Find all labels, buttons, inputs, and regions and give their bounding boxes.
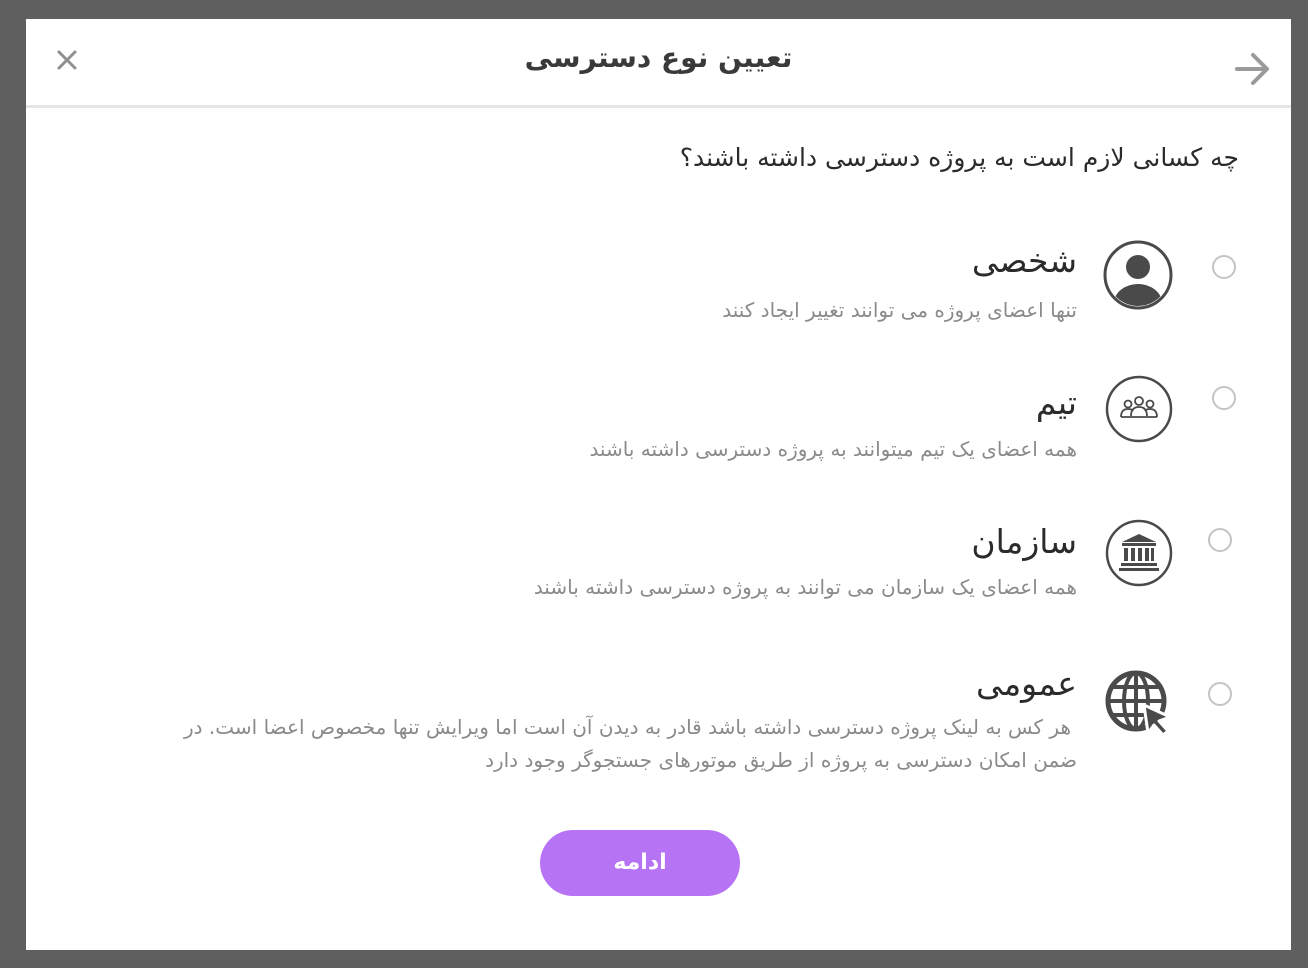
radio-public[interactable] [1208, 682, 1232, 706]
person-icon [1102, 239, 1174, 311]
option-title: تیم [1035, 383, 1077, 422]
option-public[interactable]: عمومی هر کس به لینک پروژه دسترسی داشته ب… [26, 664, 1291, 794]
institution-icon [1103, 517, 1175, 589]
option-description: همه اعضای یک سازمان می توانند به پروژه د… [533, 575, 1077, 599]
radio-personal[interactable] [1212, 255, 1236, 279]
option-personal[interactable]: شخصی تنها اعضای پروژه می توانند تغییر ای… [26, 229, 1291, 339]
dialog-header: تعیین نوع دسترسی [26, 19, 1291, 108]
option-organization[interactable]: سازمان همه اعضای یک سازمان می توانند به … [26, 514, 1291, 624]
arrow-right-icon[interactable] [1233, 49, 1273, 89]
team-icon [1103, 373, 1175, 445]
option-description: همه اعضای یک تیم میتوانند به پروژه دسترس… [589, 437, 1077, 461]
radio-team[interactable] [1212, 386, 1236, 410]
option-team[interactable]: تیم همه اعضای یک تیم میتوانند به پروژه د… [26, 369, 1291, 479]
option-title: عمومی [976, 664, 1077, 703]
globe-cursor-icon [1102, 667, 1174, 739]
dialog-title: تعیین نوع دسترسی [524, 41, 793, 74]
continue-button[interactable]: ادامه [540, 830, 740, 896]
option-description-line1: هر کس به لینک پروژه دسترسی داشته باشد قا… [183, 715, 1071, 739]
option-title: سازمان [971, 522, 1077, 561]
access-type-dialog: تعیین نوع دسترسی چه کسانی لازم است به پر… [26, 19, 1291, 950]
radio-organization[interactable] [1208, 528, 1232, 552]
option-title: شخصی [971, 241, 1077, 280]
access-question: چه کسانی لازم است به پروژه دسترسی داشته … [679, 143, 1239, 172]
option-description: تنها اعضای پروژه می توانند تغییر ایجاد ک… [722, 298, 1077, 322]
option-description-line2: ضمن امکان دسترسی به پروژه از طریق موتوره… [485, 748, 1077, 772]
